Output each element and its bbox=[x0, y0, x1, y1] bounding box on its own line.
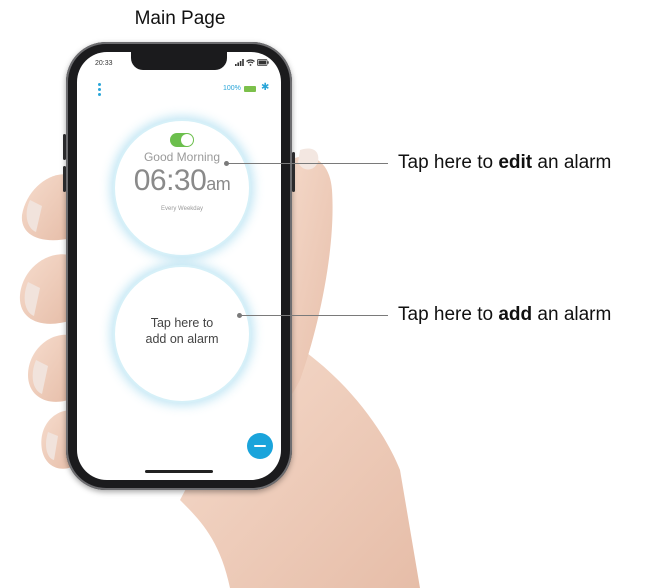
signal-icon bbox=[235, 59, 244, 66]
callout-edit-prefix: Tap here to bbox=[398, 152, 499, 173]
callout-edit-text: Tap here to edit an alarm bbox=[398, 152, 611, 174]
battery-icon bbox=[244, 86, 256, 92]
alarm-time-value: 06:30 bbox=[133, 164, 207, 197]
vertical-dots-menu-icon[interactable] bbox=[96, 83, 102, 101]
callout-edit-bold: edit bbox=[498, 152, 533, 173]
power-button bbox=[292, 152, 295, 192]
volume-button bbox=[63, 134, 66, 160]
bluetooth-icon: ✱ bbox=[261, 82, 270, 93]
callout-add-bold: add bbox=[498, 304, 533, 325]
toggle-knob bbox=[181, 134, 193, 146]
add-alarm-label: Tap here to add on alarm bbox=[115, 315, 249, 347]
alarm-repeat: Every Weekday bbox=[161, 206, 203, 212]
volume-button bbox=[63, 166, 66, 192]
phone-screen: 20:33 100% ✱ Good Morning 06:30am Every … bbox=[77, 52, 281, 480]
callout-add-line bbox=[241, 315, 388, 317]
minus-fab-button[interactable] bbox=[247, 433, 273, 459]
alarm-card[interactable]: Good Morning 06:30am Every Weekday bbox=[113, 119, 251, 257]
alarm-time: 06:30am bbox=[115, 164, 249, 198]
home-indicator[interactable] bbox=[145, 470, 213, 473]
callout-add-prefix: Tap here to bbox=[398, 304, 499, 325]
alarm-toggle[interactable] bbox=[170, 133, 194, 147]
battery-percent: 100% bbox=[223, 85, 241, 92]
alarm-ampm: am bbox=[206, 174, 231, 194]
status-time: 20:33 bbox=[95, 60, 113, 67]
battery-status-icon bbox=[257, 59, 269, 66]
add-alarm-line2: add on alarm bbox=[145, 332, 219, 346]
callout-add-suffix: an alarm bbox=[532, 304, 612, 325]
minus-icon bbox=[254, 445, 266, 448]
callout-edit-suffix: an alarm bbox=[532, 152, 612, 173]
add-alarm-line1: Tap here to bbox=[150, 316, 214, 330]
notch bbox=[131, 52, 227, 70]
add-alarm-button[interactable]: Tap here to add on alarm bbox=[113, 265, 251, 403]
callout-add-text: Tap here to add an alarm bbox=[398, 304, 611, 326]
wifi-icon bbox=[246, 59, 255, 66]
phone-device: 20:33 100% ✱ Good Morning 06:30am Every … bbox=[63, 42, 295, 490]
callout-edit-line bbox=[228, 163, 388, 165]
